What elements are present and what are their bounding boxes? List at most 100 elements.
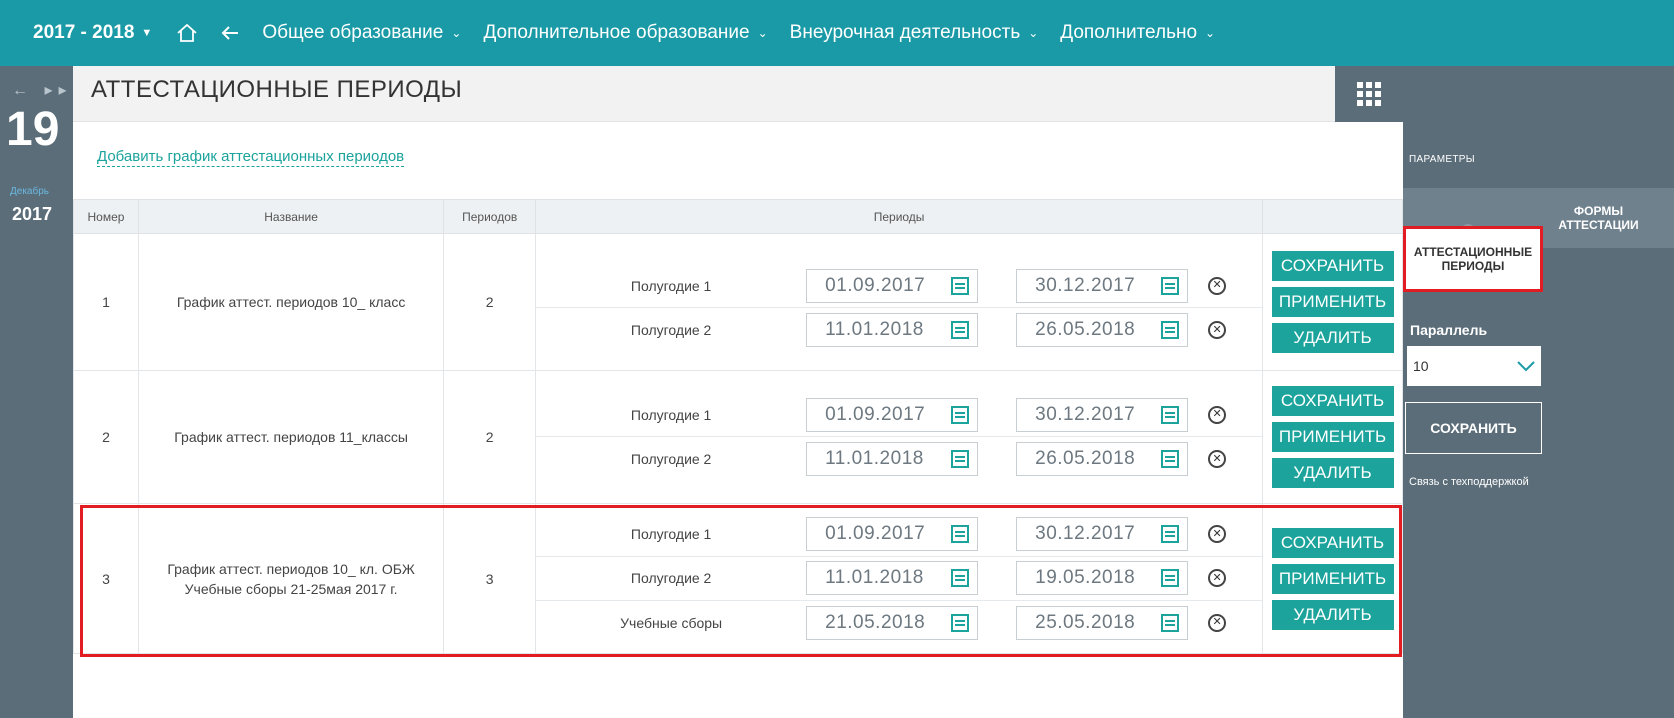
calendar-icon[interactable]: [1161, 276, 1180, 295]
remove-period-icon[interactable]: ✕: [1208, 405, 1227, 424]
delete-button[interactable]: УДАЛИТЬ: [1271, 599, 1394, 630]
nav-more[interactable]: Дополнительно ⌄: [1060, 22, 1215, 44]
row-periods: Полугодие 1 01.09.2017 30.12.2017 ✕ Полу…: [535, 370, 1264, 504]
start-date-field[interactable]: 01.09.2017: [806, 517, 979, 551]
period-row: Полугодие 2 11.01.2018 26.05.2018 ✕: [536, 437, 1262, 481]
page-header: АТТЕСТАЦИОННЫЕ ПЕРИОДЫ: [73, 66, 1403, 122]
forms-line2: АТТЕСТАЦИИ: [1558, 218, 1639, 232]
add-schedule-link[interactable]: Добавить график аттестационных периодов: [97, 148, 405, 167]
end-date-field[interactable]: 26.05.2018: [1016, 442, 1189, 476]
settings-sidebar: ПАРАМЕТРЫ ФОРМЫ АТТЕСТАЦИИ АТТЕСТАЦИОННЫ…: [1403, 66, 1674, 718]
nav-general-education-label: Общее образование: [262, 22, 444, 43]
period-name: Полугодие 2: [630, 570, 712, 586]
current-day: 19: [6, 103, 60, 156]
params-label: ПАРАМЕТРЫ: [1409, 154, 1475, 165]
apply-button[interactable]: ПРИМЕНИТЬ: [1271, 287, 1394, 317]
start-date-value: 01.09.2017: [825, 274, 926, 296]
apps-grid-button[interactable]: [1335, 66, 1403, 122]
calendar-icon[interactable]: [951, 525, 970, 543]
period-name: Учебные сборы: [620, 614, 723, 631]
delete-button[interactable]: УДАЛИТЬ: [1271, 458, 1394, 488]
calendar-icon[interactable]: [1161, 450, 1180, 468]
sidebar-item-attestation-periods[interactable]: АТТЕСТАЦИОННЫЕ ПЕРИОДЫ: [1403, 226, 1543, 292]
calendar-icon[interactable]: [1161, 525, 1180, 543]
period-row: Полугодие 2 11.01.2018 19.05.2018 ✕: [536, 557, 1263, 601]
calendar-icon[interactable]: [1161, 321, 1180, 339]
start-date-value: 11.01.2018: [825, 448, 924, 469]
start-date-field[interactable]: 11.01.2018: [806, 442, 979, 476]
start-date-field[interactable]: 01.09.2017: [806, 397, 979, 432]
end-date-field[interactable]: 30.12.2017: [1016, 268, 1189, 303]
row-periods: Полугодие 1 01.09.2017 30.12.2017 ✕ Полу…: [535, 233, 1264, 371]
start-date-field[interactable]: 11.01.2018: [806, 561, 979, 595]
grid-icon: [1357, 82, 1381, 106]
calendar-icon[interactable]: [951, 450, 970, 468]
nav-extracurricular[interactable]: Внеурочная деятельность ⌄: [790, 22, 1039, 44]
save-button[interactable]: СОХРАНИТЬ: [1271, 386, 1394, 416]
row-actions: СОХРАНИТЬ ПРИМЕНИТЬ УДАЛИТЬ: [1262, 503, 1403, 654]
remove-period-icon[interactable]: ✕: [1208, 525, 1227, 543]
sidebar-save-button[interactable]: СОХРАНИТЬ: [1405, 402, 1542, 454]
save-button[interactable]: СОХРАНИТЬ: [1271, 251, 1394, 281]
parallel-value: 10: [1413, 358, 1429, 374]
parallel-label: Параллель: [1410, 322, 1488, 338]
remove-period-icon[interactable]: ✕: [1208, 321, 1227, 339]
end-date-value: 30.12.2017: [1035, 523, 1136, 544]
calendar-icon[interactable]: [951, 276, 970, 295]
end-date-field[interactable]: 30.12.2017: [1016, 517, 1189, 551]
end-date-field[interactable]: 19.05.2018: [1016, 561, 1189, 595]
support-link[interactable]: Связь с техподдержкой: [1409, 476, 1529, 488]
collapse-arrows-icon[interactable]: ← ▸▸: [12, 80, 73, 100]
remove-period-icon[interactable]: ✕: [1208, 569, 1227, 587]
end-date-value: 26.05.2018: [1035, 319, 1136, 340]
start-date-field[interactable]: 11.01.2018: [806, 313, 979, 347]
save-button[interactable]: СОХРАНИТЬ: [1271, 527, 1394, 558]
calendar-icon[interactable]: [951, 405, 970, 424]
end-date-value: 26.05.2018: [1035, 448, 1136, 469]
end-date-value: 30.12.2017: [1035, 403, 1136, 425]
calendar-icon[interactable]: [1161, 613, 1180, 632]
calendar-icon[interactable]: [951, 569, 970, 587]
chevron-down-icon: ⌄: [1205, 26, 1216, 40]
remove-period-icon[interactable]: ✕: [1208, 276, 1227, 295]
calendar-icon[interactable]: [951, 613, 970, 632]
nav-general-education[interactable]: Общее образование ⌄: [262, 22, 461, 44]
remove-period-icon[interactable]: ✕: [1208, 613, 1227, 632]
table-header-row: Номер Название Периодов Периоды: [73, 199, 1403, 234]
header-actions: [1262, 199, 1403, 234]
delete-button[interactable]: УДАЛИТЬ: [1271, 323, 1394, 353]
period-row: Полугодие 2 11.01.2018 26.05.2018 ✕: [536, 308, 1262, 352]
start-date-field[interactable]: 01.09.2017: [806, 268, 979, 303]
row-number: 3: [73, 503, 139, 654]
row-number: 1: [73, 233, 139, 371]
start-date-value: 01.09.2017: [825, 403, 926, 425]
header-count: Периодов: [443, 199, 537, 234]
home-icon[interactable]: [176, 22, 198, 44]
end-date-field[interactable]: 25.05.2018: [1016, 605, 1189, 640]
year-selector[interactable]: 2017 - 2018 ▼: [33, 22, 152, 44]
end-date-field[interactable]: 30.12.2017: [1016, 397, 1189, 432]
calendar-icon[interactable]: [951, 321, 970, 339]
row-periods: Полугодие 1 01.09.2017 30.12.2017 ✕ Полу…: [535, 503, 1264, 654]
back-arrow-icon[interactable]: [220, 23, 240, 43]
end-date-field[interactable]: 26.05.2018: [1016, 313, 1189, 347]
row-name-line: График аттест. периодов 10_ кл. ОБЖ: [167, 560, 415, 577]
period-name: Полугодие 2: [630, 451, 712, 467]
calendar-icon[interactable]: [1161, 405, 1180, 424]
calendar-icon[interactable]: [1161, 569, 1180, 587]
top-navigation: 2017 - 2018 ▼ Общее образование ⌄ Дополн…: [0, 0, 1674, 66]
row-count: 2: [443, 370, 537, 504]
remove-period-icon[interactable]: ✕: [1208, 450, 1227, 468]
apply-button[interactable]: ПРИМЕНИТЬ: [1271, 422, 1394, 452]
year-label: 2017 - 2018: [33, 22, 135, 43]
parallel-select[interactable]: 10: [1407, 346, 1541, 386]
row-actions: СОХРАНИТЬ ПРИМЕНИТЬ УДАЛИТЬ: [1262, 233, 1403, 371]
start-date-field[interactable]: 21.05.2018: [806, 605, 979, 640]
nav-additional-education[interactable]: Дополнительное образование ⌄: [483, 22, 767, 44]
row-count: 2: [443, 233, 537, 371]
date-sidebar: ← ▸▸ 19 Декабрь 2017: [0, 66, 73, 718]
header-number: Номер: [73, 199, 139, 234]
apply-button[interactable]: ПРИМЕНИТЬ: [1271, 563, 1394, 594]
active-line2: ПЕРИОДЫ: [1441, 259, 1505, 273]
page-title: АТТЕСТАЦИОННЫЕ ПЕРИОДЫ: [91, 76, 463, 103]
